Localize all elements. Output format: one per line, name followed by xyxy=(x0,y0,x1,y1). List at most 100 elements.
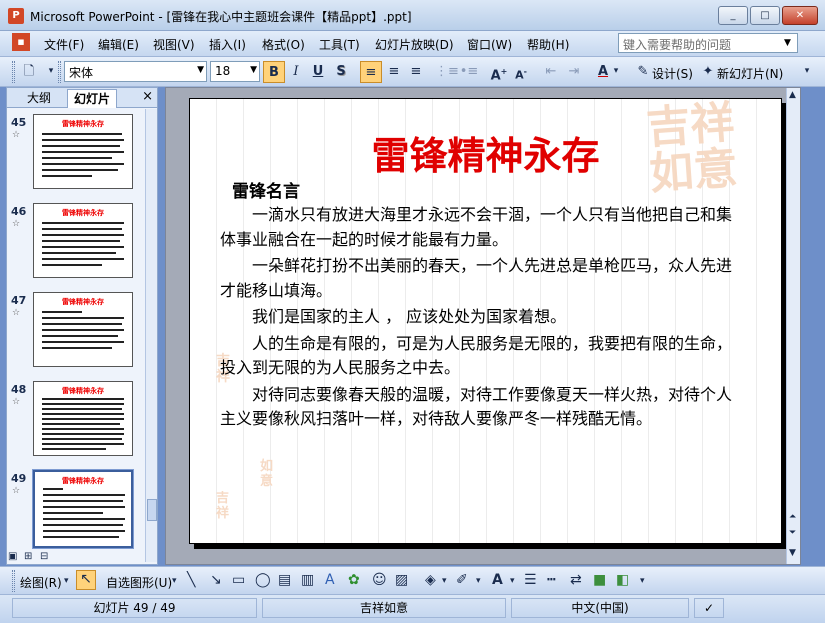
rectangle-icon[interactable]: ▭ xyxy=(232,572,245,588)
chevron-down-icon[interactable]: ▾ xyxy=(172,576,177,586)
slides-pane: 大纲 幻灯片 × 45 ☆ 雷锋精神永存 46 ☆ 雷锋精神永存 47 ☆ 雷锋… xyxy=(6,87,158,565)
slide-thumbnail-47[interactable]: 47 ☆ 雷锋精神永存 xyxy=(7,292,145,372)
decrease-font-icon[interactable]: A- xyxy=(510,61,532,83)
previous-slide-icon[interactable]: ⏶ xyxy=(789,512,796,522)
scrollbar-thumb[interactable] xyxy=(147,499,157,521)
shadow-style-icon[interactable]: ■ xyxy=(593,572,606,588)
toolbar-options-icon[interactable]: ▾ xyxy=(800,61,814,83)
chevron-down-icon[interactable]: ▾ xyxy=(476,576,481,586)
toolbar-grip[interactable] xyxy=(58,61,61,83)
menu-format[interactable]: 格式(O) xyxy=(262,36,305,53)
language-status: 中文(中国) xyxy=(511,598,689,618)
autoshapes-button[interactable]: 自选图形(U) xyxy=(106,574,172,591)
drawing-toolbar: 绘图(R) ▾ ↖ 自选图形(U) ▾ ╲ ↘ ▭ ◯ ▤ ▥ A ✿ ☺ ▨ … xyxy=(0,566,825,594)
align-left-icon[interactable]: ≡ xyxy=(360,61,382,83)
vertical-textbox-icon[interactable]: ▥ xyxy=(301,572,314,588)
wordart-icon[interactable]: A xyxy=(325,572,335,588)
menu-insert[interactable]: 插入(I) xyxy=(209,36,246,53)
quote-paragraph: 一滴水只有放进大海里才永远不会干涸，一个人只有当他把自己和集体事业融合在一起的时… xyxy=(220,205,733,249)
clipart-icon[interactable]: ☺ xyxy=(372,572,387,588)
increase-indent-icon[interactable]: ⇥ xyxy=(563,61,585,83)
italic-button[interactable]: I xyxy=(285,61,307,83)
normal-view-icon[interactable]: ▣ xyxy=(8,551,17,562)
restore-button[interactable]: □ xyxy=(750,6,780,25)
line-color-icon[interactable]: ✐ xyxy=(456,572,468,588)
thumbnail-preview: 雷锋精神永存 xyxy=(33,381,133,456)
design-icon[interactable]: ✎ xyxy=(632,61,654,83)
slide-editor: 吉祥 如意 吉祥 如意 吉祥 雷锋精神永存 雷锋名言 一滴水只有放进大海里才永远… xyxy=(165,87,801,565)
slide-thumbnail-46[interactable]: 46 ☆ 雷锋精神永存 xyxy=(7,203,145,283)
font-name-select[interactable]: 宋体 ▼ xyxy=(64,61,207,82)
thumbnail-title: 雷锋精神永存 xyxy=(62,209,104,217)
toolbar-grip[interactable] xyxy=(12,61,15,83)
menu-window[interactable]: 窗口(W) xyxy=(467,36,512,53)
slide-body-text[interactable]: 一滴水只有放进大海里才永远不会干涸，一个人只有当他把自己和集体事业融合在一起的时… xyxy=(220,203,740,434)
line-icon[interactable]: ╲ xyxy=(187,572,195,588)
dash-style-icon[interactable]: ┅ xyxy=(547,572,555,588)
new-slide-icon[interactable]: ✦ xyxy=(697,61,719,83)
font-size-select[interactable]: 18 ▼ xyxy=(210,61,260,82)
new-slide-button[interactable]: 新幻灯片(N) xyxy=(717,65,783,82)
slide-title[interactable]: 雷锋精神永存 xyxy=(190,125,781,180)
help-search-input[interactable]: 键入需要帮助的问题 xyxy=(618,33,798,53)
menu-help[interactable]: 帮助(H) xyxy=(527,36,569,53)
arrow-icon[interactable]: ↘ xyxy=(210,572,222,588)
chevron-down-icon[interactable]: ▾ xyxy=(64,576,69,586)
scroll-down-icon[interactable]: ▼ xyxy=(789,548,796,558)
minimize-button[interactable]: _ xyxy=(718,6,748,25)
toolbar-grip[interactable] xyxy=(12,570,15,592)
diagram-icon[interactable]: ✿ xyxy=(348,572,360,588)
slide-thumbnail-45[interactable]: 45 ☆ 雷锋精神永存 xyxy=(7,114,145,194)
align-right-icon[interactable]: ≡ xyxy=(405,61,427,83)
scroll-up-icon[interactable]: ▲ xyxy=(789,90,796,100)
close-icon[interactable]: × xyxy=(142,89,153,104)
chevron-down-icon[interactable]: ▾ xyxy=(442,576,447,586)
tab-slides[interactable]: 幻灯片 xyxy=(67,89,118,108)
select-pointer-icon[interactable]: ↖ xyxy=(76,570,96,590)
arrow-style-icon[interactable]: ⇄ xyxy=(570,572,582,588)
close-button[interactable]: ✕ xyxy=(782,6,818,25)
increase-font-icon[interactable]: A+ xyxy=(488,61,510,83)
new-document-icon[interactable]: 🗋 xyxy=(18,61,40,83)
3d-style-icon[interactable]: ◧ xyxy=(616,572,629,588)
underline-button[interactable]: U xyxy=(307,61,329,83)
line-style-icon[interactable]: ☰ xyxy=(524,572,537,588)
design-button[interactable]: 设计(S) xyxy=(652,65,693,82)
shadow-button[interactable]: S xyxy=(330,61,352,83)
next-slide-icon[interactable]: ⏷ xyxy=(789,528,796,538)
slideshow-icon[interactable]: ⊟ xyxy=(40,551,48,562)
font-color-icon[interactable]: A xyxy=(492,572,503,588)
slide-sorter-icon[interactable]: ⊞ xyxy=(24,551,32,562)
menu-view[interactable]: 视图(V) xyxy=(153,36,195,53)
menu-tools[interactable]: 工具(T) xyxy=(319,36,360,53)
chevron-down-icon[interactable]: ▾ xyxy=(510,576,515,586)
menu-file[interactable]: 文件(F) xyxy=(44,36,84,53)
slide-number: 45 xyxy=(11,116,27,129)
current-slide[interactable]: 吉祥 如意 吉祥 如意 吉祥 雷锋精神永存 雷锋名言 一滴水只有放进大海里才永远… xyxy=(189,98,782,544)
slide-thumbnail-48[interactable]: 48 ☆ 雷锋精神永存 xyxy=(7,381,145,461)
numbered-list-icon[interactable]: ⋮≡ xyxy=(435,61,459,83)
oval-icon[interactable]: ◯ xyxy=(255,572,271,588)
textbox-icon[interactable]: ▤ xyxy=(278,572,291,588)
draw-menu-button[interactable]: 绘图(R) xyxy=(20,574,62,591)
spelling-check-icon[interactable]: ✓ xyxy=(694,598,724,618)
tab-outline[interactable]: 大纲 xyxy=(21,89,57,108)
document-icon[interactable]: ▪ xyxy=(12,33,30,51)
chevron-down-icon[interactable]: ▼ xyxy=(784,38,791,48)
slide-thumbnail-49[interactable]: 49 ☆ 雷锋精神永存 xyxy=(7,469,145,550)
bullet-list-icon[interactable]: •≡ xyxy=(458,61,480,83)
menu-edit[interactable]: 编辑(E) xyxy=(98,36,139,53)
picture-icon[interactable]: ▨ xyxy=(395,572,408,588)
transition-icon: ☆ xyxy=(12,397,21,407)
slide-scrollbar[interactable]: ▲ ⏶ ⏷ ▼ xyxy=(786,88,800,564)
chevron-down-icon[interactable]: ▾ xyxy=(610,61,622,83)
menu-slideshow[interactable]: 幻灯片放映(D) xyxy=(375,36,454,53)
fill-color-icon[interactable]: ◈ xyxy=(425,572,436,588)
bold-button[interactable]: B xyxy=(263,61,285,83)
thumbnail-scrollbar[interactable] xyxy=(145,109,157,562)
slide-subtitle[interactable]: 雷锋名言 xyxy=(232,177,300,202)
powerpoint-app-icon[interactable]: P xyxy=(8,8,24,24)
align-center-icon[interactable]: ≡ xyxy=(383,61,405,83)
toolbar-options-icon[interactable]: ▾ xyxy=(640,576,645,586)
decrease-indent-icon[interactable]: ⇤ xyxy=(540,61,562,83)
